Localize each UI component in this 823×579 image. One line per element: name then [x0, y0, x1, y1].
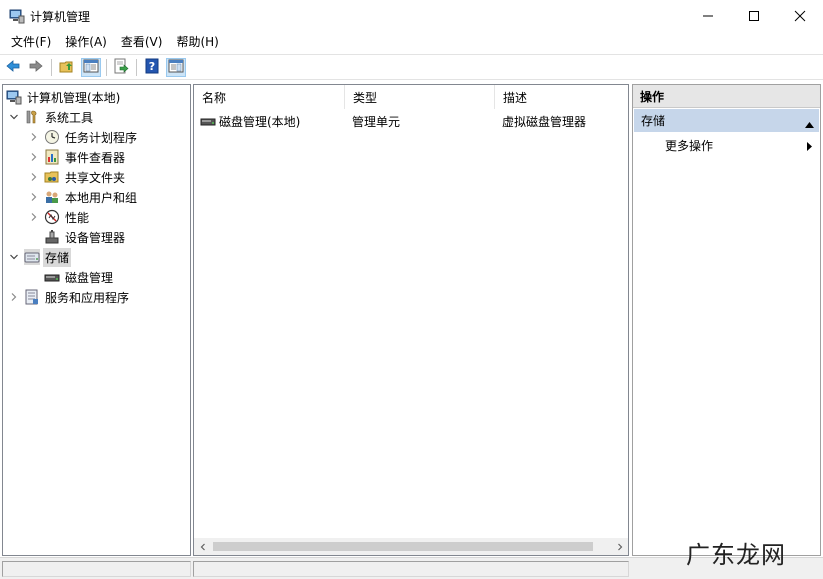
row-name: 磁盘管理(本地)	[219, 114, 301, 129]
submenu-arrow-icon	[807, 140, 812, 154]
tree-item-label: 本地用户和组	[65, 190, 138, 205]
up-level-button[interactable]	[57, 58, 77, 77]
export-list-icon	[113, 58, 129, 77]
tree-item-label: 设备管理器	[65, 230, 126, 245]
toolbar: ?	[0, 54, 823, 80]
title-bar: 计算机管理	[0, 0, 823, 31]
chevron-right-icon[interactable]	[28, 151, 40, 163]
event-viewer-icon	[44, 149, 60, 165]
tree-item-storage[interactable]: 存储	[8, 247, 72, 267]
actions-pane: 操作 存储 更多操作	[632, 84, 821, 556]
content-pane[interactable]: 名称 类型 描述 磁盘管理(本地) 管理单元 虚拟磁盘管理器	[193, 84, 629, 556]
chevron-right-icon[interactable]	[8, 291, 20, 303]
maximize-button[interactable]	[731, 0, 777, 31]
scroll-right-icon[interactable]	[611, 538, 628, 555]
tree-item-system-tools[interactable]: 系统工具	[8, 107, 95, 127]
scroll-left-icon[interactable]	[194, 538, 211, 555]
tree-item-label: 服务和应用程序	[45, 290, 130, 305]
more-actions-label: 更多操作	[665, 138, 714, 153]
show-hide-tree-icon	[83, 58, 99, 77]
show-hide-action-pane-icon	[168, 58, 184, 77]
status-segment	[2, 561, 191, 577]
disk-icon	[44, 269, 60, 285]
chevron-right-icon[interactable]	[28, 131, 40, 143]
menu-help[interactable]: 帮助(H)	[169, 31, 225, 53]
tree-item-label: 事件查看器	[65, 150, 126, 165]
toolbar-separator	[136, 59, 137, 76]
tree-item-label: 存储	[43, 247, 72, 267]
storage-icon	[24, 249, 40, 265]
column-header-name[interactable]: 名称	[194, 85, 345, 109]
window-title: 计算机管理	[30, 10, 91, 24]
watermark-text: 广东龙网	[686, 541, 786, 569]
column-header-type[interactable]: 类型	[345, 85, 495, 109]
device-manager-icon	[44, 229, 60, 245]
chevron-down-icon[interactable]	[8, 251, 20, 263]
menu-bar: 文件(F) 操作(A) 查看(V) 帮助(H)	[0, 31, 823, 53]
chevron-right-icon[interactable]	[28, 191, 40, 203]
tree-item-label: 计算机管理(本地)	[27, 90, 121, 105]
menu-action[interactable]: 操作(A)	[58, 31, 114, 53]
disk-icon	[200, 113, 216, 129]
row-type: 管理单元	[352, 114, 401, 129]
services-icon	[24, 289, 40, 305]
tree-pane[interactable]: 计算机管理(本地) 系统工具 任务计划程序 事件查看器 共享文件夹 本地用户和组…	[2, 84, 191, 556]
shared-folder-icon	[44, 169, 60, 185]
up-folder-icon	[59, 58, 75, 77]
tree-item-label: 性能	[65, 210, 90, 225]
system-tools-icon	[24, 109, 40, 125]
help-button[interactable]: ?	[142, 58, 162, 77]
tree-item-event-viewer[interactable]: 事件查看器	[28, 147, 127, 167]
performance-icon	[44, 209, 60, 225]
computer-management-icon	[6, 89, 22, 105]
scrollbar-thumb[interactable]	[213, 542, 593, 551]
toolbar-separator	[106, 59, 107, 76]
collapse-up-icon[interactable]	[805, 117, 814, 131]
more-actions-item[interactable]: 更多操作	[633, 134, 820, 156]
column-header-description[interactable]: 描述	[495, 85, 628, 109]
tree-item-disk-management[interactable]: 磁盘管理	[44, 267, 115, 287]
back-button[interactable]	[3, 58, 23, 77]
forward-arrow-icon	[28, 58, 44, 77]
export-list-button[interactable]	[111, 58, 131, 77]
actions-section-label: 存储	[641, 114, 666, 128]
tree-item-task-scheduler[interactable]: 任务计划程序	[28, 127, 139, 147]
table-row[interactable]: 磁盘管理(本地) 管理单元 虚拟磁盘管理器	[194, 111, 628, 131]
chevron-right-icon[interactable]	[28, 211, 40, 223]
clock-icon	[44, 129, 60, 145]
minimize-button[interactable]	[685, 0, 731, 31]
tree-item-label: 磁盘管理	[65, 270, 114, 285]
tree-item-shared-folders[interactable]: 共享文件夹	[28, 167, 127, 187]
show-hide-tree-button[interactable]	[81, 58, 101, 77]
close-button[interactable]	[777, 0, 823, 31]
tree-item-computer-management[interactable]: 计算机管理(本地)	[6, 87, 122, 107]
tree-item-device-manager[interactable]: 设备管理器	[44, 227, 127, 247]
toolbar-separator	[51, 59, 52, 76]
tree-item-label: 系统工具	[45, 110, 94, 125]
computer-management-icon	[9, 8, 25, 24]
chevron-right-icon[interactable]	[28, 171, 40, 183]
back-arrow-icon	[5, 58, 21, 77]
actions-header: 操作	[633, 85, 820, 108]
menu-view[interactable]: 查看(V)	[114, 31, 170, 53]
horizontal-scrollbar[interactable]	[194, 538, 628, 555]
show-hide-action-pane-button[interactable]	[166, 58, 186, 77]
menu-file[interactable]: 文件(F)	[4, 31, 58, 53]
tree-item-local-users[interactable]: 本地用户和组	[28, 187, 139, 207]
status-segment	[193, 561, 629, 577]
forward-button[interactable]	[26, 58, 46, 77]
tree-item-label: 任务计划程序	[65, 130, 138, 145]
name-cell: 磁盘管理(本地)	[200, 111, 300, 131]
row-description: 虚拟磁盘管理器	[502, 114, 587, 129]
chevron-down-icon[interactable]	[8, 111, 20, 123]
users-icon	[44, 189, 60, 205]
help-icon: ?	[144, 58, 160, 77]
svg-text:?: ?	[149, 60, 155, 73]
tree-item-performance[interactable]: 性能	[28, 207, 91, 227]
actions-section-storage[interactable]: 存储	[634, 109, 819, 132]
tree-item-label: 共享文件夹	[65, 170, 126, 185]
tree-item-services-apps[interactable]: 服务和应用程序	[8, 287, 131, 307]
